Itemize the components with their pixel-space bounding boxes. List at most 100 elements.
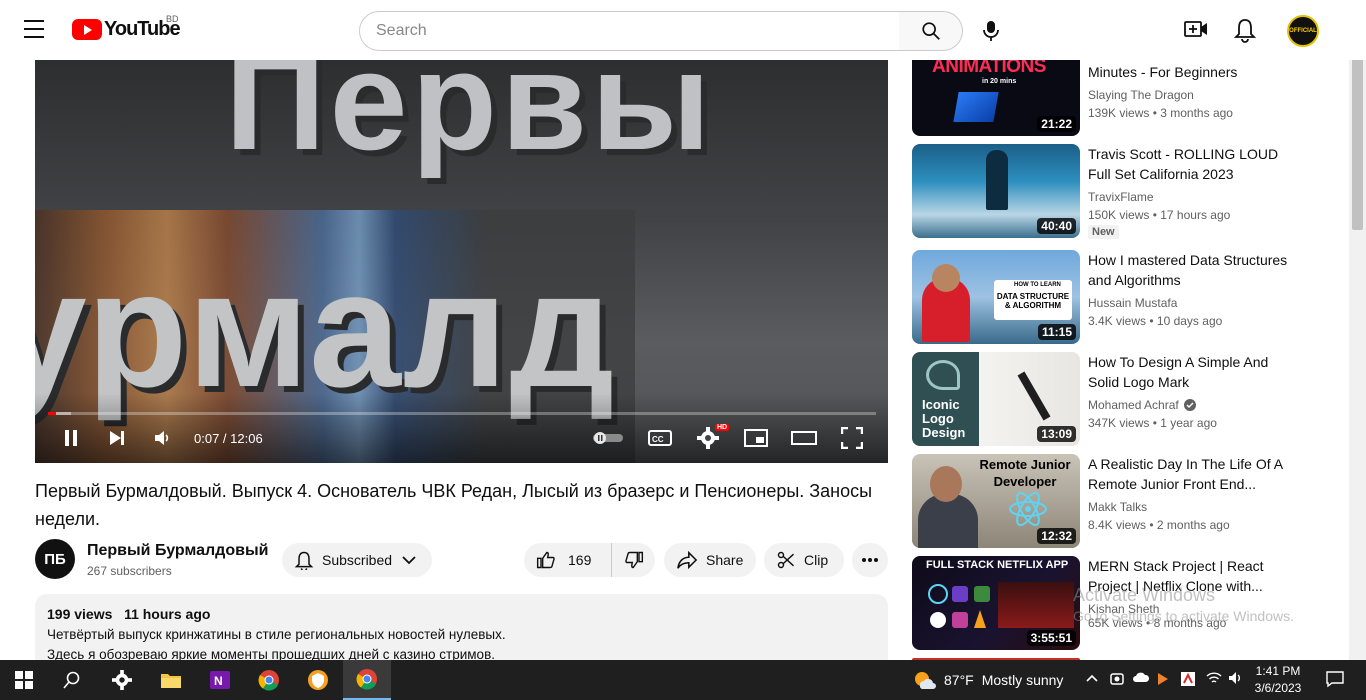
captions-button[interactable]: CC [647, 426, 673, 450]
recommendation-channel[interactable]: Mohamed Achraf [1088, 398, 1196, 412]
recommendation-age: 2 months ago [1156, 518, 1230, 532]
video-duration: 12:32 [1037, 528, 1076, 544]
share-icon [677, 550, 698, 570]
recommendation-item[interactable]: Iconic Logo Design 13:09 How To Design A… [912, 352, 1342, 448]
recommendation-title[interactable]: How To Design A Simple And Solid Logo Ma… [1088, 352, 1298, 392]
notification-center-button[interactable] [1326, 670, 1344, 691]
theater-mode-button[interactable] [791, 426, 817, 450]
next-button[interactable] [105, 426, 129, 450]
recommendation-channel[interactable]: Slaying The Dragon [1088, 88, 1194, 102]
recommendation-item[interactable]: HOW TO LEARN DATA STRUCTURE & ALGORITHM … [912, 250, 1342, 346]
video-player[interactable]: Первы урмалд 0:07 / 12:06 CC HD [35, 60, 888, 463]
hd-badge: HD [715, 424, 730, 431]
thumbnail-pen [1017, 371, 1051, 421]
create-video-icon [1184, 21, 1207, 37]
recommendation-item[interactable]: ANIMATIONS in 20 mins 21:22 Minutes - Fo… [912, 60, 1342, 156]
windows-taskbar: N 87°F Mostly sunny 1:41 PM 3/6/2023 [0, 660, 1366, 700]
taskbar-chrome[interactable] [245, 660, 293, 700]
recommendation-title[interactable]: A Realistic Day In The Life Of A Remote … [1088, 454, 1298, 494]
channel-avatar[interactable]: ПБ [35, 539, 75, 579]
search-placeholder: Search [376, 22, 427, 39]
more-actions-button[interactable] [852, 543, 888, 577]
notifications-button[interactable] [1233, 17, 1257, 48]
start-button[interactable] [0, 660, 48, 700]
recommendation-title[interactable]: How I mastered Data Structures and Algor… [1088, 250, 1298, 290]
video-duration: 21:22 [1037, 116, 1076, 132]
pause-button[interactable] [59, 426, 83, 450]
search-icon [921, 22, 940, 40]
recommendation-channel[interactable]: Makk Talks [1088, 500, 1147, 514]
like-button[interactable]: 169 [524, 543, 612, 577]
activate-windows-subtitle: Go to Settings to activate Windows. [1073, 608, 1294, 624]
taskbar-onenote[interactable]: N [196, 660, 244, 700]
video-thumbnail[interactable]: ANIMATIONS in 20 mins 21:22 [912, 60, 1080, 136]
recommendation-item[interactable]: 40:40 Travis Scott - ROLLING LOUD Full S… [912, 144, 1342, 240]
description-line-1: Четвёртый выпуск кринжатины в стиле реги… [47, 627, 506, 642]
recommendation-title[interactable]: Minutes - For Beginners [1088, 62, 1298, 82]
menu-icon[interactable] [24, 20, 48, 40]
recommendation-title[interactable]: Travis Scott - ROLLING LOUD Full Set Cal… [1088, 144, 1298, 184]
taskbar-file-explorer[interactable] [147, 660, 195, 700]
clock-time: 1:41 PM [1255, 664, 1301, 678]
windows-logo-icon [15, 671, 33, 689]
share-label: Share [706, 552, 744, 568]
weather-temp: 87°F [944, 672, 974, 688]
dislike-button[interactable] [612, 543, 655, 577]
clip-button[interactable]: Clip [764, 543, 844, 577]
share-button[interactable]: Share [664, 543, 756, 577]
youtube-logo[interactable]: YouTube [72, 18, 181, 41]
thumbnail-text: FULL STACK NETFLIX APP [926, 559, 1069, 571]
video-thumbnail[interactable]: Remote Junior Developer 12:32 [912, 454, 1080, 548]
video-thumbnail[interactable]: FULL STACK NETFLIX APP 3:55:51 [912, 556, 1080, 650]
tray-volume-icon[interactable] [1228, 671, 1244, 688]
taskbar-search-button[interactable] [48, 660, 96, 700]
taskbar-vpn-app[interactable] [294, 660, 342, 700]
subscribed-label: Subscribed [322, 552, 393, 568]
recommendations-sidebar: ANIMATIONS in 20 mins 21:22 Minutes - Fo… [912, 60, 1342, 660]
thumbnail-figure [986, 150, 1008, 210]
video-thumbnail[interactable]: HOW TO LEARN DATA STRUCTURE & ALGORITHM … [912, 250, 1080, 344]
scrollbar-thumb[interactable] [1352, 50, 1363, 230]
tray-meet-icon[interactable] [1110, 671, 1124, 690]
video-thumbnail[interactable]: 40:40 [912, 144, 1080, 238]
volume-button[interactable] [151, 426, 175, 450]
bell-icon [294, 551, 314, 570]
recommendation-channel[interactable]: TravixFlame [1088, 190, 1154, 204]
progress-bar[interactable] [48, 412, 876, 415]
volume-icon [155, 431, 169, 445]
video-duration: 11:15 [1037, 324, 1076, 340]
top-header: YouTube BD Search OFFICIAL [0, 0, 1366, 60]
wifi-icon [1206, 672, 1222, 683]
tray-pdf-icon[interactable] [1180, 671, 1196, 690]
recommendation-item[interactable]: Remote Junior Developer 12:32 A Realisti… [912, 454, 1342, 550]
search-input[interactable]: Search [359, 11, 900, 51]
country-code: BD [166, 14, 179, 24]
miniplayer-button[interactable] [743, 426, 769, 450]
onenote-icon: N [210, 671, 230, 689]
account-avatar[interactable]: OFFICIAL [1287, 15, 1319, 47]
search-button[interactable] [899, 11, 963, 51]
more-horizontal-icon [862, 558, 878, 562]
weather-widget[interactable]: 87°F Mostly sunny [912, 670, 1063, 690]
recommendation-channel[interactable]: Hussain Mustafa [1088, 296, 1177, 310]
tray-onedrive-icon[interactable] [1132, 671, 1150, 686]
verified-icon [1183, 399, 1196, 411]
create-button[interactable] [1184, 18, 1208, 45]
taskbar-clock[interactable]: 1:41 PM 3/6/2023 [1250, 663, 1306, 697]
upload-time: 11 hours ago [124, 606, 211, 622]
subscribed-button[interactable]: Subscribed [282, 543, 432, 577]
video-thumbnail[interactable]: Iconic Logo Design 13:09 [912, 352, 1080, 446]
taskbar-chrome-active[interactable] [343, 660, 391, 700]
thumbnail-person [918, 494, 978, 548]
channel-name[interactable]: Первый Бурмалдовый [87, 542, 268, 560]
page-scrollbar[interactable] [1349, 44, 1366, 660]
autoplay-toggle[interactable] [591, 426, 625, 450]
taskbar-settings[interactable] [98, 660, 146, 700]
new-badge: New [1088, 225, 1119, 239]
tray-overflow-chevron-icon[interactable] [1086, 671, 1098, 686]
fullscreen-button[interactable] [839, 426, 865, 450]
tray-app-icon[interactable] [1156, 671, 1170, 690]
microphone-button[interactable] [976, 16, 1006, 46]
tray-wifi-icon[interactable] [1206, 671, 1222, 688]
pdf-icon [1181, 672, 1195, 686]
